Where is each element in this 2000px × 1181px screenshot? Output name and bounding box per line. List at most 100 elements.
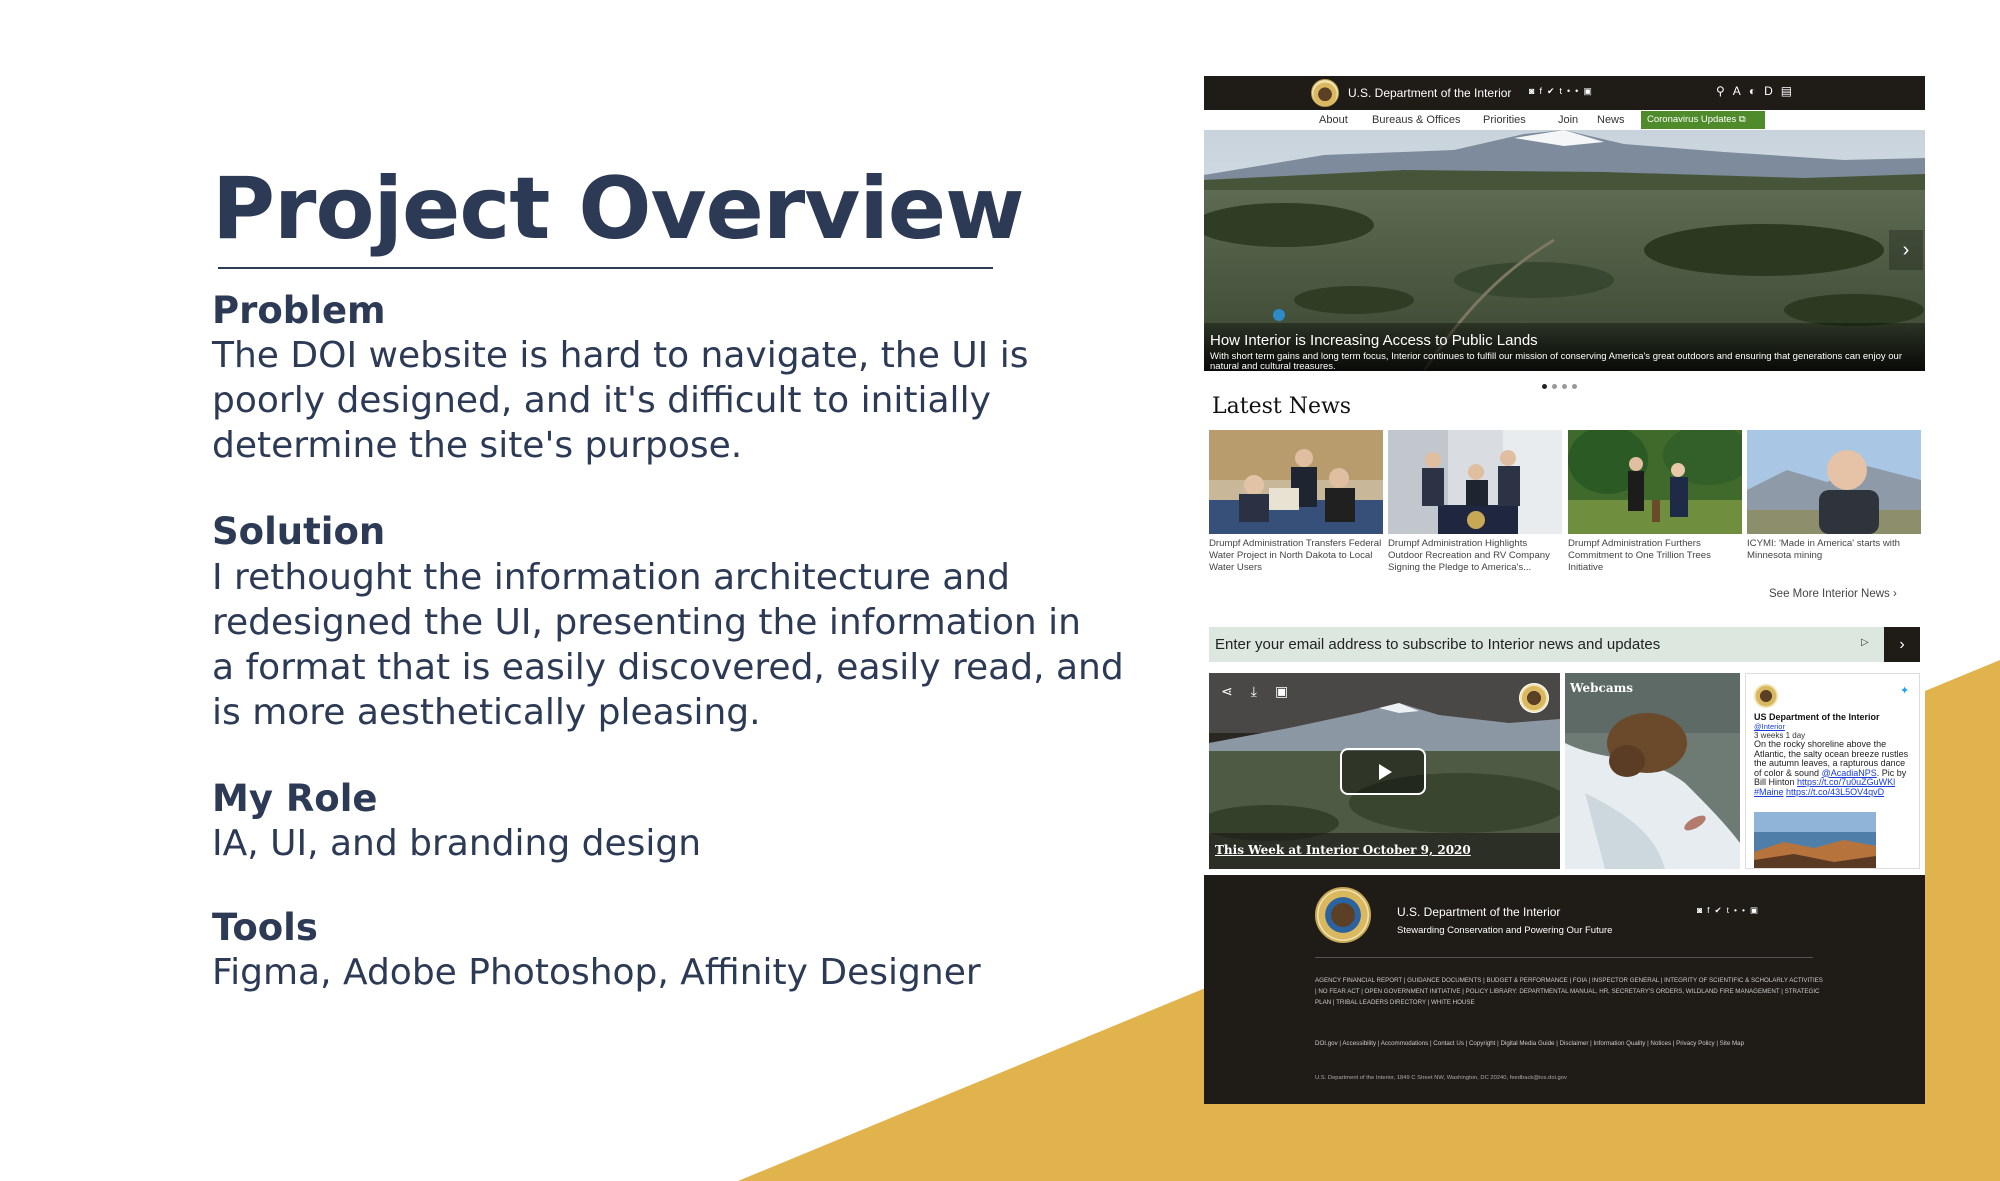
role-text: IA, UI, and branding design — [212, 823, 702, 865]
header-tools: ⚲A◐D▤ — [1716, 84, 1800, 98]
problem-line: determine the site's purpose. — [212, 425, 743, 467]
footer-address: U.S. Department of the Interior, 1849 C … — [1315, 1075, 1567, 1081]
tweet-author-name[interactable]: US Department of the Interior — [1754, 712, 1880, 722]
youtube-icon[interactable]: ▣ — [1583, 86, 1597, 96]
text-size-icon[interactable]: A — [1733, 84, 1749, 98]
dyslexia-font-icon[interactable]: D — [1764, 84, 1781, 98]
problem-heading: Problem — [212, 288, 386, 332]
nav-item-bureaus[interactable]: Bureaus & Offices — [1372, 114, 1460, 126]
news-card[interactable]: Drumpf Administration Furthers Commitmen… — [1568, 430, 1742, 574]
flickr-icon[interactable]: •• — [1734, 905, 1750, 915]
title-underline — [218, 266, 993, 269]
latest-news-heading: Latest News — [1212, 394, 1352, 419]
problem-line: The DOI website is hard to navigate, the… — [212, 335, 1029, 377]
tools-text: Figma, Adobe Photoshop, Affinity Designe… — [212, 952, 981, 994]
nav-item-about[interactable]: About — [1319, 114, 1348, 126]
download-icon[interactable]: ⤓ — [1251, 683, 1275, 699]
footer-links-primary[interactable]: AGENCY FINANCIAL REPORT | GUIDANCE DOCUM… — [1315, 975, 1825, 1008]
youtube-icon[interactable]: ▣ — [1275, 683, 1306, 699]
solution-line: I rethought the information architecture… — [212, 556, 1010, 598]
nav-item-coronavirus[interactable]: Coronavirus Updates ⧉ — [1641, 111, 1765, 129]
news-headline[interactable]: Drumpf Administration Furthers Commitmen… — [1568, 538, 1742, 574]
avatar[interactable] — [1754, 684, 1778, 708]
solution-heading: Solution — [212, 510, 386, 554]
nav-item-news[interactable]: News — [1597, 114, 1625, 126]
twitter-icon[interactable]: ✔ — [1547, 86, 1560, 96]
instagram-icon[interactable]: ◙ — [1529, 86, 1539, 96]
flickr-icon[interactable]: •• — [1567, 86, 1583, 96]
tweet-url-link[interactable]: https://t.co/43L5OV4qvD — [1786, 787, 1884, 797]
tweet-handle[interactable]: @Interior — [1754, 722, 1785, 731]
news-headline[interactable]: Drumpf Administration Highlights Outdoor… — [1388, 538, 1562, 574]
tumblr-icon[interactable]: t — [1560, 86, 1568, 96]
footer-title: U.S. Department of the Interior — [1397, 905, 1561, 919]
email-subscribe-input[interactable]: Enter your email address to subscribe to… — [1215, 636, 1660, 653]
site-header: U.S. Department of the Interior ◙f✔t••▣ … — [1204, 76, 1925, 110]
footer-links-secondary[interactable]: DOI.gov | Accessibility | Accommodations… — [1315, 1038, 1825, 1049]
share-icon[interactable]: ⋖ — [1221, 683, 1251, 699]
carousel-dot[interactable] — [1552, 384, 1557, 389]
doi-website-screenshot: U.S. Department of the Interior ◙f✔t••▣ … — [1204, 76, 1925, 1104]
twitter-embed: ✦ US Department of the Interior @Interio… — [1745, 673, 1920, 869]
facebook-icon[interactable]: f — [1539, 86, 1547, 96]
subscribe-submit-button[interactable]: › — [1884, 627, 1920, 662]
news-image — [1747, 430, 1921, 534]
news-headline[interactable]: ICYMI: 'Made in America' starts with Min… — [1747, 538, 1921, 562]
news-card[interactable]: Drumpf Administration Highlights Outdoor… — [1388, 430, 1562, 574]
problem-line: poorly designed, and it's difficult to i… — [212, 380, 991, 422]
solution-text: I rethought the information architecture… — [212, 555, 1132, 735]
youtube-icon[interactable]: ▣ — [1750, 905, 1763, 915]
tweet-body: On the rocky shoreline above the Atlanti… — [1754, 739, 1909, 797]
play-icon — [1379, 764, 1392, 780]
project-overview-text: Project Overview Problem The DOI website… — [212, 160, 1132, 995]
solution-line: a format that is easily discovered, easi… — [212, 646, 1124, 688]
main-nav: About Bureaus & Offices Priorities Join … — [1204, 110, 1925, 130]
hero-carousel[interactable]: How Interior is Increasing Access to Pub… — [1204, 130, 1925, 371]
site-title[interactable]: U.S. Department of the Interior — [1348, 86, 1511, 100]
tweet-image[interactable] — [1754, 812, 1876, 868]
carousel-dot[interactable] — [1542, 384, 1547, 389]
tweet-url-link[interactable]: https://t.co/7u0uZGuWKl — [1797, 777, 1895, 787]
news-card[interactable]: Drumpf Administration Transfers Federal … — [1209, 430, 1383, 574]
twitter-icon[interactable]: ✔ — [1715, 905, 1727, 915]
nav-item-priorities[interactable]: Priorities — [1483, 114, 1526, 126]
chevron-right-icon[interactable]: › — [1889, 230, 1923, 270]
tweet-hashtag-link[interactable]: #Maine — [1754, 787, 1784, 797]
tumblr-icon[interactable]: t — [1727, 905, 1734, 915]
news-image — [1209, 430, 1383, 534]
news-card[interactable]: ICYMI: 'Made in America' starts with Min… — [1747, 430, 1921, 562]
subscribe-form: Enter your email address to subscribe to… — [1209, 627, 1920, 662]
carousel-dot[interactable] — [1572, 384, 1577, 389]
doi-seal-logo[interactable] — [1311, 79, 1339, 107]
search-icon[interactable]: ⚲ — [1716, 84, 1733, 98]
video-title[interactable]: This Week at Interior October 9, 2020 — [1215, 843, 1471, 857]
news-headline[interactable]: Drumpf Administration Transfers Federal … — [1209, 538, 1383, 574]
solution-line: is more aesthetically pleasing. — [212, 691, 761, 733]
see-more-news-link[interactable]: See More Interior News › — [1769, 588, 1897, 600]
chevron-right-icon: › — [1893, 588, 1897, 600]
webcam-bear-image — [1565, 673, 1740, 869]
contrast-icon[interactable]: ◐ — [1749, 84, 1764, 98]
video-player[interactable]: ⋖⤓▣ This Week at Interior October 9, 202… — [1209, 673, 1560, 869]
carousel-dot[interactable] — [1562, 384, 1567, 389]
hero-title[interactable]: How Interior is Increasing Access to Pub… — [1210, 332, 1538, 349]
webcams-label: Webcams — [1570, 681, 1634, 695]
doi-seal-logo[interactable] — [1315, 887, 1371, 943]
webcam-panel[interactable]: Webcams — [1565, 673, 1740, 869]
external-link-icon: ⧉ — [1738, 114, 1746, 125]
site-footer: U.S. Department of the Interior Stewardi… — [1204, 875, 1925, 1104]
facebook-icon[interactable]: f — [1707, 905, 1714, 915]
role-heading: My Role — [212, 776, 378, 820]
solution-line: redesigned the UI, presenting the inform… — [212, 601, 1081, 643]
tools-heading: Tools — [212, 906, 318, 950]
twitter-bird-icon[interactable]: ✦ — [1900, 684, 1909, 697]
problem-text: The DOI website is hard to navigate, the… — [212, 333, 1132, 468]
page-title: Project Overview — [212, 159, 1025, 259]
tweet-mention-link[interactable]: @AcadiaNPS — [1822, 768, 1877, 778]
keyboard-icon[interactable]: ▤ — [1781, 84, 1800, 98]
play-button[interactable] — [1340, 748, 1426, 795]
instagram-icon[interactable]: ◙ — [1697, 905, 1707, 915]
footer-tagline: Stewarding Conservation and Powering Our… — [1397, 925, 1613, 936]
input-icon: ▷ — [1861, 637, 1869, 648]
nav-item-join[interactable]: Join — [1558, 114, 1578, 126]
